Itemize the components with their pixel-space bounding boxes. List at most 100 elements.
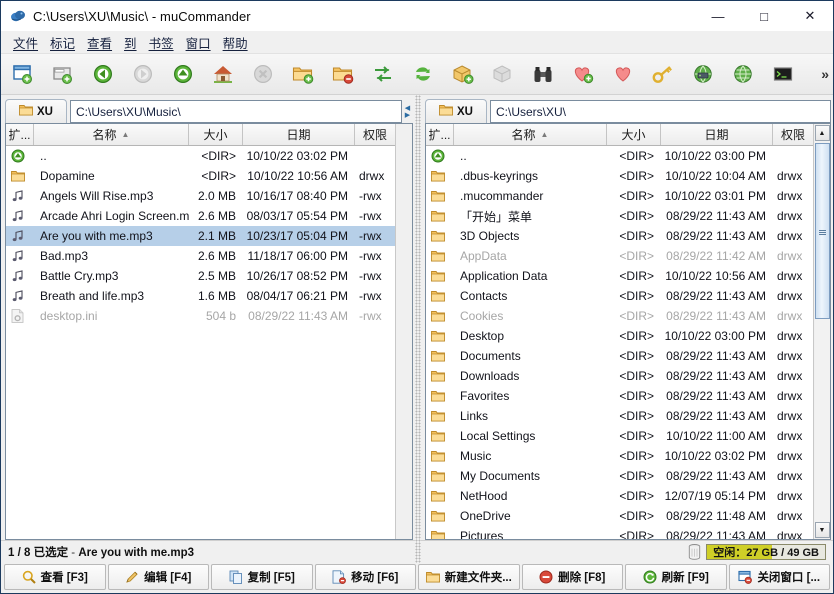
table-row[interactable]: Battle Cry.mp3 2.5 MB 10/26/17 08:52 PM -rw…	[6, 266, 395, 286]
table-row[interactable]: Local Settings <DIR> 10/10/22 11:00 AM drwx	[426, 426, 813, 446]
row-name: Angels Will Rise.mp3	[40, 189, 154, 203]
close-button[interactable]: ✕	[787, 1, 833, 31]
row-file-icon	[6, 289, 34, 303]
edit-button[interactable]: 编辑 [F4]	[107, 564, 209, 590]
pack-button[interactable]	[443, 56, 483, 92]
table-row[interactable]: NetHood <DIR> 12/07/19 05:14 PM drwx	[426, 486, 813, 506]
copy-button[interactable]: 复制 [F5]	[211, 564, 313, 590]
table-row[interactable]: Contacts <DIR> 08/29/22 11:43 AM drwx	[426, 286, 813, 306]
connect-server-button[interactable]	[683, 56, 723, 92]
back-button[interactable]	[83, 56, 123, 92]
table-row[interactable]: Are you with me.mp3 2.1 MB 10/23/17 05:04 …	[6, 226, 395, 246]
swap-panels-button[interactable]	[363, 56, 403, 92]
table-row[interactable]: Application Data <DIR> 10/10/22 10:56 AM dr…	[426, 266, 813, 286]
scroll-down-button[interactable]: ▼	[814, 522, 830, 538]
left-vertical-scrollbar[interactable]	[395, 124, 412, 539]
forward-button[interactable]	[123, 56, 163, 92]
left-drive-tab[interactable]: XU	[5, 99, 67, 123]
table-row[interactable]: Documents <DIR> 08/29/22 11:43 AM drwx	[426, 346, 813, 366]
right-vertical-scrollbar[interactable]: ▲ ▼	[813, 124, 830, 539]
right-scroll-track[interactable]	[814, 141, 830, 522]
delete-button[interactable]: 删除 [F8]	[521, 564, 623, 590]
table-row[interactable]: .mucommander <DIR> 10/10/22 03:01 PM drwx	[426, 186, 813, 206]
table-row[interactable]: .dbus-keyrings <DIR> 10/10/22 10:04 AM drwx	[426, 166, 813, 186]
function-bar: 查看 [F3] 编辑 [F4] 复制 [F5] 移动 [F6] 新建文件夹... 删除 […	[1, 563, 833, 593]
table-row[interactable]: Dopamine <DIR> 10/10/22 10:56 AM drwx	[6, 166, 395, 186]
new-tab-button[interactable]	[43, 56, 83, 92]
menu-bookmarks[interactable]: 书签	[143, 32, 180, 53]
move-button[interactable]: 移动 [F6]	[314, 564, 416, 590]
left-scroll-track[interactable]	[396, 124, 412, 539]
table-row[interactable]: AppData <DIR> 08/29/22 11:42 AM drwx	[426, 246, 813, 266]
right-location-input[interactable]: C:\Users\XU\	[490, 100, 831, 123]
menu-window[interactable]: 窗口	[180, 32, 217, 53]
view-button[interactable]: 查看 [F3]	[4, 564, 106, 590]
table-row[interactable]: Favorites <DIR> 08/29/22 11:43 AM drwx	[426, 386, 813, 406]
table-row[interactable]: Pictures <DIR> 08/29/22 11:43 AM drwx	[426, 526, 813, 539]
unmark-folder-button[interactable]	[323, 56, 363, 92]
sync-panels-button[interactable]	[403, 56, 443, 92]
table-row[interactable]: Links <DIR> 08/29/22 11:43 AM drwx	[426, 406, 813, 426]
table-row[interactable]: 3D Objects <DIR> 08/29/22 11:43 AM drwx	[426, 226, 813, 246]
table-row[interactable]: My Documents <DIR> 08/29/22 11:43 AM drwx	[426, 466, 813, 486]
unpack-button[interactable]	[483, 56, 523, 92]
left-location-input[interactable]: C:\Users\XU\Music\	[70, 100, 402, 123]
table-row[interactable]: Angels Will Rise.mp3 2.0 MB 10/16/17 08:40…	[6, 186, 395, 206]
right-col-name[interactable]: 名称 ▲	[454, 124, 607, 145]
show-server-button[interactable]	[723, 56, 763, 92]
table-row[interactable]: OneDrive <DIR> 08/29/22 11:48 AM drwx	[426, 506, 813, 526]
right-col-date[interactable]: 日期	[661, 124, 773, 145]
parent-folder-button[interactable]	[163, 56, 203, 92]
edit-bookmarks-button[interactable]	[603, 56, 643, 92]
menu-mark[interactable]: 标记	[44, 32, 81, 53]
table-row[interactable]: Arcade Ahri Login Screen.mp3 2.6 MB 08/03/…	[6, 206, 395, 226]
table-row[interactable]: desktop.ini 504 b 08/29/22 11:43 AM -rwx	[6, 306, 395, 326]
menu-go[interactable]: 到	[118, 32, 143, 53]
row-permissions: drwx	[777, 529, 803, 539]
table-row[interactable]: Desktop <DIR> 10/10/22 03:00 PM drwx	[426, 326, 813, 346]
table-row[interactable]: Cookies <DIR> 08/29/22 11:43 AM drwx	[426, 306, 813, 326]
right-col-perm[interactable]: 权限	[773, 124, 813, 145]
maximize-button[interactable]: □	[741, 1, 787, 31]
right-col-ext[interactable]: 扩...	[426, 124, 454, 145]
volume-meter: 空闲：27 GB / 49 GB	[706, 544, 826, 560]
new-window-button[interactable]	[3, 56, 43, 92]
table-row[interactable]: 「开始」菜单 <DIR> 08/29/22 11:43 AM drwx	[426, 206, 813, 226]
row-permissions: drwx	[777, 369, 803, 383]
right-drive-label: XU	[457, 105, 473, 118]
right-scroll-thumb[interactable]	[814, 143, 830, 319]
row-permissions: drwx	[777, 289, 803, 303]
left-col-name[interactable]: 名称 ▲	[34, 124, 189, 145]
row-file-icon	[426, 250, 454, 262]
left-col-perm[interactable]: 权限	[355, 124, 395, 145]
table-row[interactable]: .. <DIR> 10/10/22 03:02 PM	[6, 146, 395, 166]
mkdir-button[interactable]: 新建文件夹...	[418, 564, 520, 590]
menu-file[interactable]: 文件	[7, 32, 44, 53]
menu-view[interactable]: 查看	[81, 32, 118, 53]
left-location-arrows[interactable]: ◀ ▶	[402, 100, 413, 123]
add-bookmark-button[interactable]	[563, 56, 603, 92]
run-command-button[interactable]	[763, 56, 803, 92]
left-col-size[interactable]: 大小	[189, 124, 243, 145]
row-permissions: drwx	[777, 209, 803, 223]
refresh-button[interactable]: 刷新 [F9]	[625, 564, 727, 590]
home-button[interactable]	[203, 56, 243, 92]
right-drive-tab[interactable]: XU	[425, 99, 487, 123]
credentials-button[interactable]	[643, 56, 683, 92]
table-row[interactable]: .. <DIR> 10/10/22 03:00 PM	[426, 146, 813, 166]
table-row[interactable]: Music <DIR> 10/10/22 03:02 PM drwx	[426, 446, 813, 466]
table-row[interactable]: Breath and life.mp3 1.6 MB 08/04/17 06:21 …	[6, 286, 395, 306]
scroll-up-button[interactable]: ▲	[814, 125, 830, 141]
left-col-date[interactable]: 日期	[243, 124, 355, 145]
toolbar-overflow-button[interactable]: »	[821, 66, 829, 82]
menu-help[interactable]: 帮助	[217, 32, 254, 53]
stop-button[interactable]	[243, 56, 283, 92]
table-row[interactable]: Downloads <DIR> 08/29/22 11:43 AM drwx	[426, 366, 813, 386]
close-button[interactable]: 关闭窗口 [...	[728, 564, 830, 590]
minimize-button[interactable]: —	[695, 1, 741, 31]
table-row[interactable]: Bad.mp3 2.6 MB 11/18/17 06:00 PM -rwx	[6, 246, 395, 266]
left-col-ext[interactable]: 扩...	[6, 124, 34, 145]
mark-folder-button[interactable]	[283, 56, 323, 92]
right-col-size[interactable]: 大小	[607, 124, 661, 145]
find-button[interactable]	[523, 56, 563, 92]
